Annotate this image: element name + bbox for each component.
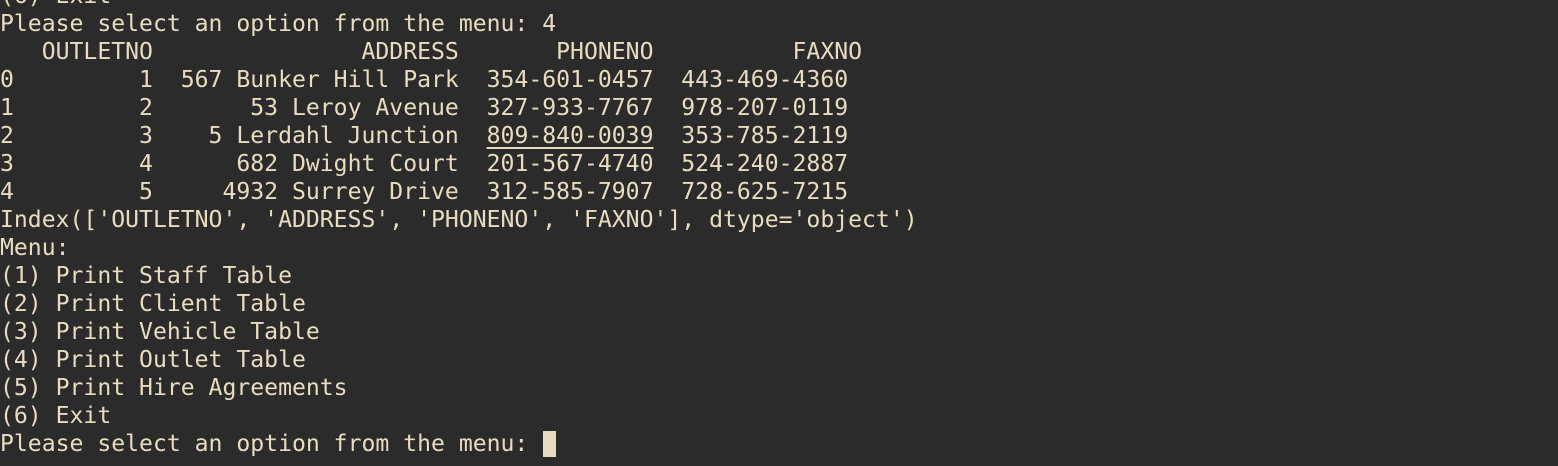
terminal-line: (6) Exit [0,0,918,10]
terminal-text: (2) Print Client Table [0,291,306,317]
text-cursor[interactable] [543,431,557,457]
terminal-text: (6) Exit [0,403,112,429]
terminal-text: 353-785-2119 [653,123,849,149]
terminal-line: 4 5 4932 Surrey Drive 312-585-7907 728-6… [0,178,918,206]
terminal-line: 1 2 53 Leroy Avenue 327-933-7767 978-207… [0,94,918,122]
terminal-text: Please select an option from the menu: 4 [0,11,557,37]
terminal-text: (5) Print Hire Agreements [0,375,348,401]
terminal-line: 2 3 5 Lerdahl Junction 809-840-0039 353-… [0,122,918,150]
terminal-line: 0 1 567 Bunker Hill Park 354-601-0457 44… [0,66,918,94]
terminal-line: (6) Exit [0,402,918,430]
terminal-window[interactable]: (6) ExitPlease select an option from the… [0,0,1558,466]
terminal-text: Please select an option from the menu: [0,431,543,457]
terminal-text: (1) Print Staff Table [0,263,292,289]
terminal-line: OUTLETNO ADDRESS PHONENO FAXNO [0,38,918,66]
terminal-line: (2) Print Client Table [0,290,918,318]
terminal-line: (4) Print Outlet Table [0,346,918,374]
terminal-line: (5) Print Hire Agreements [0,374,918,402]
terminal-line: (3) Print Vehicle Table [0,318,918,346]
terminal-text: 0 1 567 Bunker Hill Park 354-601-0457 44… [0,67,849,93]
terminal-text: 3 4 682 Dwight Court 201-567-4740 524-24… [0,151,849,177]
terminal-text: 2 3 5 Lerdahl Junction [0,123,487,149]
terminal-line: (1) Print Staff Table [0,262,918,290]
terminal-output: (6) ExitPlease select an option from the… [0,0,918,458]
terminal-line: 3 4 682 Dwight Court 201-567-4740 524-24… [0,150,918,178]
terminal-text: Menu: [0,235,70,261]
terminal-text: 4 5 4932 Surrey Drive 312-585-7907 728-6… [0,179,849,205]
phone-link[interactable]: 809-840-0039 [487,123,654,149]
prompt-line: Please select an option from the menu: [0,430,918,458]
terminal-text: (4) Print Outlet Table [0,347,306,373]
terminal-text: (6) Exit [0,0,111,9]
terminal-line: Menu: [0,234,918,262]
terminal-line: Index(['OUTLETNO', 'ADDRESS', 'PHONENO',… [0,206,918,234]
terminal-text: Index(['OUTLETNO', 'ADDRESS', 'PHONENO',… [0,207,918,233]
terminal-text: 1 2 53 Leroy Avenue 327-933-7767 978-207… [0,95,849,121]
terminal-text: (3) Print Vehicle Table [0,319,320,345]
terminal-text: OUTLETNO ADDRESS PHONENO FAXNO [0,39,863,65]
terminal-line: Please select an option from the menu: 4 [0,10,918,38]
